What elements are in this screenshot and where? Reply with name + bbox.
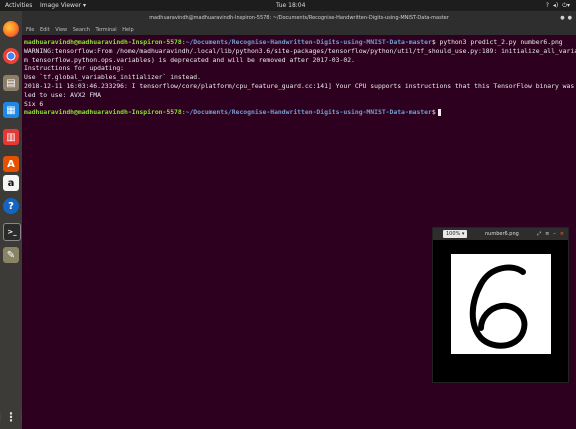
menu-file[interactable]: File [26,27,34,33]
terminal-output: madhuaravindh@madhuaravindh-Inspiron-557… [24,38,576,117]
command-line: madhuaravindh@madhuaravindh-Inspiron-557… [24,38,576,47]
app-menu[interactable]: Image Viewer ▾ [40,2,86,9]
output-line: WARNING:tensorflow:From /home/madhuaravi… [24,46,576,55]
prompt-path: :~/Documents/Recognise-Handwritten-Digit… [181,108,432,117]
dock: ▤ ▦ ▥ A a ? >_ ✎ ⋮⋮⋮ [0,11,29,429]
command-text: $ python3 predict_2.py number6.png [431,38,563,46]
terminal-title: madhuaravindh@madhuaravindh-Inspiron-557… [149,15,449,21]
output-line: 2018-12-11 16:03:46.233296: I tensorflow… [24,81,576,90]
top-bar: Activities Image Viewer ▾ Tue 18:04 ? ◂)… [0,0,576,11]
close-icon[interactable]: × [560,228,564,240]
text-cursor [437,108,441,116]
zoom-select[interactable]: 100% ▾ [443,230,468,238]
terminal-titlebar[interactable]: madhuaravindh@madhuaravindh-Inspiron-557… [22,11,576,26]
image-viewer-window[interactable]: 100% ▾ number6.png ⤢ ≡ – × [432,227,569,383]
output-line: m tensorflow.python.ops.variables) is de… [24,55,355,64]
terminal-menubar: File Edit View Search Terminal Help [22,26,576,35]
output-line: led to use: AVX2 FMA [24,90,101,99]
network-icon[interactable]: ? [546,0,549,11]
menu-terminal[interactable]: Terminal [96,27,117,33]
menu-view[interactable]: View [55,27,67,33]
fullscreen-icon[interactable]: ⤢ [537,228,541,240]
files-icon[interactable]: ▤ [3,75,19,91]
prompt-user-host: madhuaravindh@madhuaravindh-Inspiron-557… [24,108,182,117]
clock[interactable]: Tue 18:04 [276,0,305,11]
image-viewer-header[interactable]: 100% ▾ number6.png ⤢ ≡ – × [433,228,568,240]
firefox-icon[interactable] [3,21,19,37]
output-line: Use `tf.global_variables_initializer` in… [24,73,201,82]
output-line: Instructions for updating: [24,64,125,73]
volume-icon[interactable]: ◂) [553,0,558,11]
status-area[interactable]: ? ◂) ⏻▾ [546,0,570,11]
show-applications-icon[interactable]: ⋮⋮⋮ [0,409,29,425]
activities-button[interactable]: Activities [5,2,32,9]
menu-help[interactable]: Help [122,27,133,33]
menu-search[interactable]: Search [73,27,90,33]
minimize-icon[interactable]: – [553,228,556,240]
menu-icon[interactable]: ≡ [545,228,549,240]
libreoffice-writer-icon[interactable]: ▦ [3,102,19,118]
amazon-icon[interactable]: a [3,175,19,191]
ubuntu-software-icon[interactable]: A [3,156,19,172]
close-icon[interactable]: ● [568,11,572,26]
terminal-icon[interactable]: >_ [3,223,21,241]
digit-image [451,254,551,354]
image-filename: number6.png [485,231,519,237]
help-icon[interactable]: ? [3,198,19,214]
gimp-icon[interactable]: ✎ [3,247,19,263]
power-icon[interactable]: ⏻▾ [562,0,570,11]
prompt-line: madhuaravindh@madhuaravindh-Inspiron-557… [24,108,576,117]
prompt-user-host: madhuaravindh@madhuaravindh-Inspiron-557… [24,38,182,46]
handwritten-six-drawing [469,264,528,349]
minimize-icon[interactable]: ● [560,11,564,26]
viewer-controls: ⤢ ≡ – × [537,228,564,240]
output-line: Six 6 [24,99,44,108]
top-bar-left: Activities Image Viewer ▾ [5,0,86,11]
prompt-path: :~/Documents/Recognise-Handwritten-Digit… [181,38,432,46]
libreoffice-impress-icon[interactable]: ▥ [3,129,19,145]
menu-edit[interactable]: Edit [40,27,50,33]
window-controls: ● ● [560,11,572,26]
chrome-icon[interactable] [3,48,19,64]
prompt-symbol: $ [431,108,436,117]
